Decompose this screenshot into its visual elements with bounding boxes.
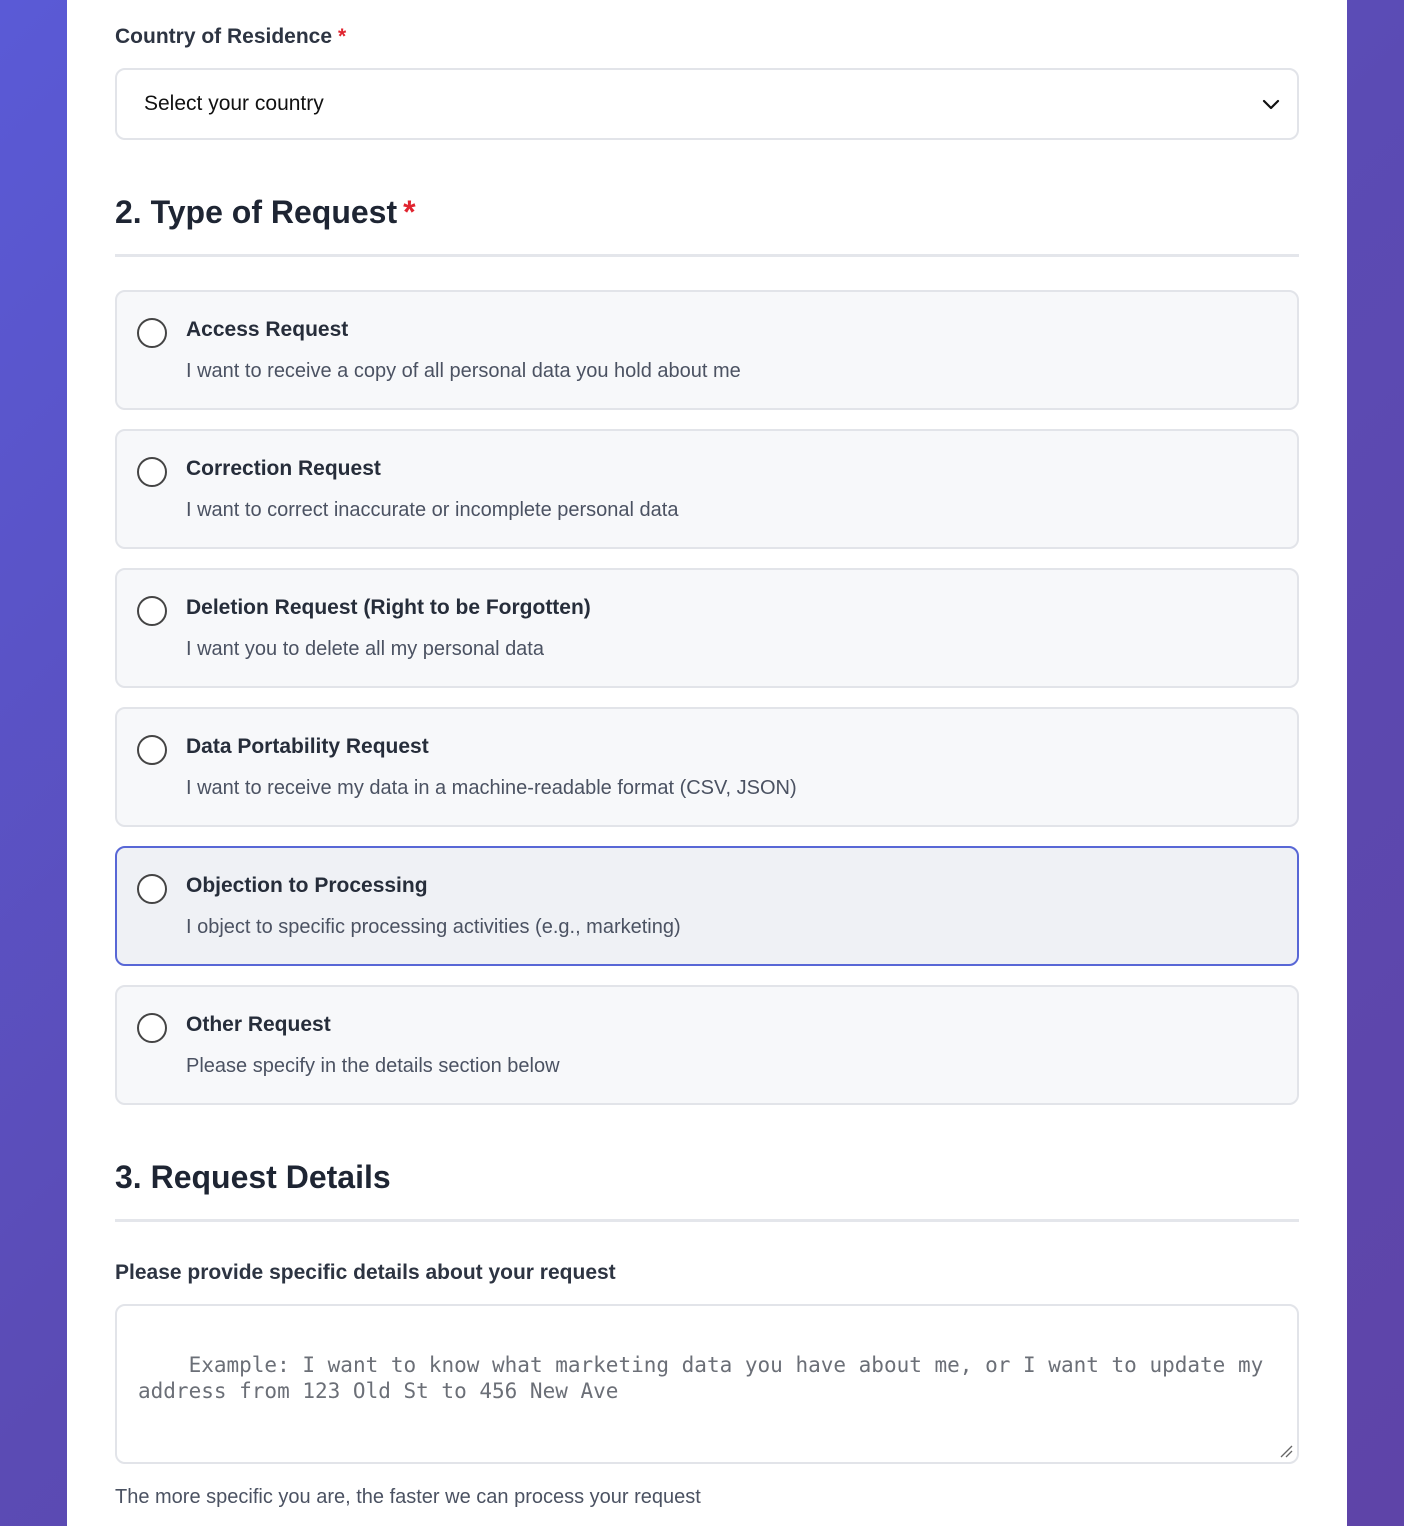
details-textarea[interactable]: Example: I want to know what marketing d…	[115, 1304, 1299, 1464]
option-title: Data Portability Request	[186, 735, 429, 758]
request-option-portability[interactable]: Data Portability Request I want to recei…	[115, 707, 1299, 827]
required-mark: *	[403, 194, 416, 230]
resize-handle-icon[interactable]	[1279, 1444, 1293, 1458]
option-description: I want you to delete all my personal dat…	[186, 638, 544, 660]
section-divider	[115, 1219, 1299, 1222]
option-description: I want to receive a copy of all personal…	[186, 360, 741, 382]
details-help-text: The more specific you are, the faster we…	[115, 1486, 701, 1508]
request-option-other[interactable]: Other Request Please specify in the deta…	[115, 985, 1299, 1105]
option-title: Other Request	[186, 1013, 331, 1036]
request-option-access[interactable]: Access Request I want to receive a copy …	[115, 290, 1299, 410]
request-option-objection[interactable]: Objection to Processing I object to spec…	[115, 846, 1299, 966]
country-select-value: Select your country	[144, 92, 324, 115]
required-mark: *	[338, 25, 347, 48]
correction-radio[interactable]	[137, 457, 167, 487]
portability-radio[interactable]	[137, 735, 167, 765]
details-label: Please provide specific details about yo…	[115, 1261, 616, 1284]
section-title-request-type: 2. Type of Request *	[115, 194, 416, 230]
option-description: Please specify in the details section be…	[186, 1055, 560, 1077]
option-description: I want to correct inaccurate or incomple…	[186, 499, 679, 521]
option-description: I object to specific processing activiti…	[186, 916, 681, 938]
option-title: Access Request	[186, 318, 349, 341]
chevron-down-icon	[1262, 99, 1280, 110]
request-option-deletion[interactable]: Deletion Request (Right to be Forgotten)…	[115, 568, 1299, 688]
deletion-radio[interactable]	[137, 596, 167, 626]
section-title-request-details: 3. Request Details	[115, 1159, 391, 1195]
option-title: Deletion Request (Right to be Forgotten)	[186, 596, 591, 619]
request-option-correction[interactable]: Correction Request I want to correct ina…	[115, 429, 1299, 549]
option-title: Objection to Processing	[186, 874, 428, 897]
objection-radio[interactable]	[137, 874, 167, 904]
country-label: Country of Residence *	[115, 25, 347, 48]
form-card: Country of Residence * Select your countr…	[67, 0, 1347, 1526]
access-radio[interactable]	[137, 318, 167, 348]
details-placeholder: Example: I want to know what marketing d…	[138, 1353, 1276, 1403]
other-radio[interactable]	[137, 1013, 167, 1043]
option-description: I want to receive my data in a machine-r…	[186, 777, 797, 799]
country-select[interactable]: Select your country	[115, 68, 1299, 140]
option-title: Correction Request	[186, 457, 381, 480]
section-divider	[115, 254, 1299, 257]
